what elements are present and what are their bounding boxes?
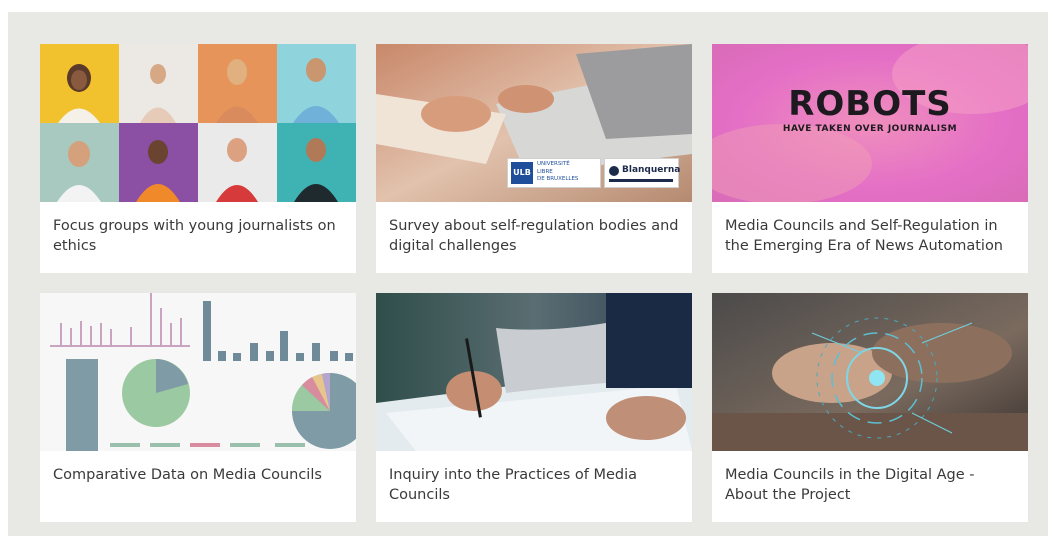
ulb-text: UNIVERSITÉ LIBRE DE BRUXELLES — [537, 161, 579, 182]
card-comparative-data[interactable]: Comparative Data on Media Councils — [40, 293, 356, 522]
card-image-laptop-desk[interactable]: ULB UNIVERSITÉ LIBRE DE BRUXELLES Blanqu… — [376, 44, 692, 202]
card-title[interactable]: Media Councils and Self-Regulation in th… — [725, 216, 1017, 256]
poster-subline: HAVE TAKEN OVER JOURNALISM — [782, 124, 958, 134]
card-title[interactable]: Inquiry into the Practices of Media Coun… — [389, 465, 681, 505]
card-focus-groups[interactable]: Focus groups with young journalists on e… — [40, 44, 356, 273]
card-survey[interactable]: ULB UNIVERSITÉ LIBRE DE BRUXELLES Blanqu… — [376, 44, 692, 273]
blanquerna-mark-icon — [609, 166, 619, 176]
card-inquiry[interactable]: Inquiry into the Practices of Media Coun… — [376, 293, 692, 522]
card-image-digital-hand[interactable] — [712, 293, 1028, 451]
card-title[interactable]: Media Councils in the Digital Age - Abou… — [725, 465, 1017, 505]
card-image-charts-collage[interactable] — [40, 293, 356, 451]
ulb-mark: ULB — [511, 162, 533, 184]
card-digital-age[interactable]: Media Councils in the Digital Age - Abou… — [712, 293, 1028, 522]
blanquerna-bar — [609, 179, 673, 182]
card-robots[interactable]: ROBOTS HAVE TAKEN OVER JOURNALISM Media … — [712, 44, 1028, 273]
card-image-hand-writing[interactable] — [376, 293, 692, 451]
card-image-robots-poster[interactable]: ROBOTS HAVE TAKEN OVER JOURNALISM — [712, 44, 1028, 202]
ulb-logo: ULB UNIVERSITÉ LIBRE DE BRUXELLES — [507, 158, 601, 188]
poster-headline: ROBOTS — [788, 84, 952, 124]
blanquerna-text: Blanquerna — [622, 165, 681, 175]
card-title[interactable]: Focus groups with young journalists on e… — [53, 216, 345, 256]
card-title[interactable]: Comparative Data on Media Councils — [53, 465, 345, 485]
blanquerna-logo: Blanquerna — [604, 158, 681, 188]
card-image-portrait-grid[interactable] — [40, 44, 356, 202]
content-frame: Focus groups with young journalists on e… — [8, 12, 1048, 536]
card-title[interactable]: Survey about self-regulation bodies and … — [389, 216, 681, 256]
